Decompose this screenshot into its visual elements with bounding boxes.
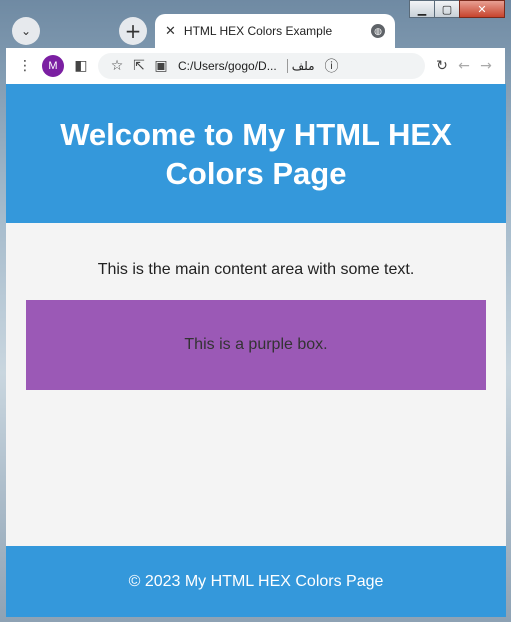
address-bar[interactable]: ☆ ⇱ ▣ C:/Users/gogo/D... ملف ⓘ: [98, 53, 425, 79]
info-icon[interactable]: ⓘ: [321, 55, 343, 77]
menu-dots-icon[interactable]: ⋮: [14, 55, 36, 77]
forward-icon[interactable]: →: [475, 55, 497, 77]
globe-icon: ◍: [371, 24, 385, 38]
active-tab[interactable]: ✕ HTML HEX Colors Example ◍: [155, 14, 395, 48]
chevron-down-icon: ⌄: [20, 24, 32, 38]
bookmark-star-icon[interactable]: ☆: [106, 55, 128, 77]
address-separator: [286, 59, 288, 73]
site-header: Welcome to My HTML HEX Colors Page: [6, 84, 506, 223]
site-footer: © 2023 My HTML HEX Colors Page: [6, 546, 506, 617]
tab-strip: ⌄ + ✕ HTML HEX Colors Example ◍: [6, 12, 505, 48]
tab-search-button[interactable]: ⌄: [12, 17, 40, 45]
page-title: Welcome to My HTML HEX Colors Page: [60, 116, 452, 191]
file-label: ملف: [291, 59, 315, 73]
tab-title: HTML HEX Colors Example: [183, 24, 333, 38]
browser-toolbar: ⋮ M ◧ ☆ ⇱ ▣ C:/Users/gogo/D... ملف ⓘ ↻ ←…: [6, 48, 505, 84]
profile-avatar[interactable]: M: [42, 55, 64, 77]
purple-box-text: This is a purple box.: [184, 336, 328, 353]
reload-icon[interactable]: ↻: [431, 55, 453, 77]
footer-text: © 2023 My HTML HEX Colors Page: [128, 572, 384, 590]
back-icon[interactable]: ←: [453, 55, 475, 77]
new-tab-button[interactable]: +: [119, 17, 147, 45]
plus-icon: +: [124, 19, 142, 43]
page-viewport: Welcome to My HTML HEX Colors Page This …: [6, 84, 506, 617]
tab-close-icon[interactable]: ✕: [165, 24, 176, 39]
share-icon[interactable]: ⇱: [128, 55, 150, 77]
main-content-text: This is the main content area with some …: [97, 261, 415, 278]
url-text[interactable]: C:/Users/gogo/D...: [178, 59, 277, 73]
sidebar-icon[interactable]: ◧: [70, 55, 92, 77]
file-icon: ▣: [154, 58, 168, 74]
purple-box: This is a purple box.: [26, 300, 486, 390]
